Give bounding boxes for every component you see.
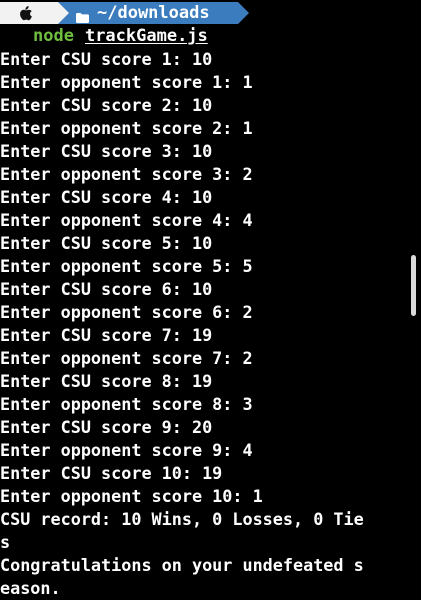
command-name: node [33,25,74,46]
output-line: Enter opponent score 5: 5 [0,256,253,276]
output-line: Enter opponent score 1: 1 [0,72,253,92]
vertical-scrollbar[interactable] [411,255,416,316]
output-line: Enter opponent score 3: 2 [0,164,253,184]
output-line: Enter CSU score 9: 20 [0,417,213,437]
current-directory: ~/downloads [97,3,210,23]
output-line: Enter opponent score 9: 4 [0,440,253,460]
output-line: Enter CSU score 5: 10 [0,233,213,253]
output-line: Enter opponent score 8: 3 [0,394,253,414]
output-line: Enter CSU score 7: 19 [0,325,213,345]
output-line: Enter CSU score 3: 10 [0,141,213,161]
output-line: eason. [0,578,61,598]
output-line: Enter CSU score 8: 19 [0,371,213,391]
output-line: Enter CSU score 1: 10 [0,49,213,69]
apple-logo-icon [19,5,33,21]
output-line: Enter CSU score 4: 10 [0,187,213,207]
output-line: CSU record: 10 Wins, 0 Losses, 0 Tie [0,509,364,529]
prompt-segment-os [0,2,69,24]
prompt-bar: ~/downloads [0,2,249,24]
output-line: Enter opponent score 7: 2 [0,348,253,368]
command-line: node trackGame.js [0,24,208,47]
terminal-window[interactable]: ~/downloads node trackGame.js Enter CSU … [0,0,421,598]
output-line: Enter opponent score 4: 4 [0,210,253,230]
command-argument[interactable]: trackGame.js [85,26,208,46]
output-line: Enter CSU score 2: 10 [0,95,213,115]
output-line: Enter opponent score 10: 1 [0,486,263,506]
output-line: s [0,532,11,552]
output-line: Enter CSU score 10: 19 [0,463,223,483]
terminal-output: Enter CSU score 1: 10 Enter opponent sco… [0,48,405,600]
folder-icon [76,8,89,23]
prompt-segment-directory: ~/downloads [58,2,249,24]
output-line: Congratulations on your undefeated s [0,555,364,575]
output-line: Enter opponent score 6: 2 [0,302,253,322]
output-line: Enter opponent score 2: 1 [0,118,253,138]
output-line: Enter CSU score 6: 10 [0,279,213,299]
